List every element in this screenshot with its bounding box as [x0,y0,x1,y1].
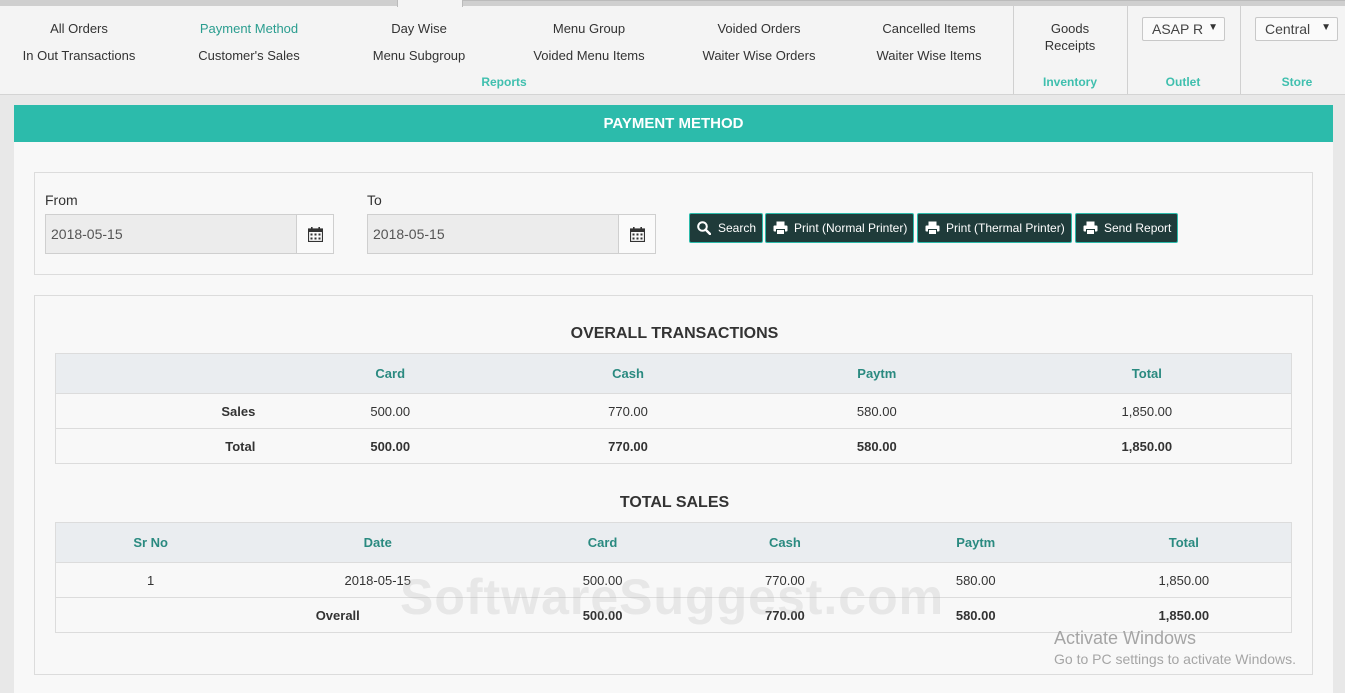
table-header-cell: Paytm [874,522,1077,563]
group-label-reports: Reports [481,75,527,89]
group-label-inventory: Inventory [1042,75,1098,89]
group-label-outlet: Outlet [1165,75,1201,89]
total-sales-title: TOTAL SALES [619,494,730,511]
menu-cancelled-items[interactable]: Cancelled Items [882,21,975,36]
to-date-input[interactable]: 2018-05-15 [367,214,619,254]
menu-payment-method[interactable]: Payment Method [200,21,298,36]
printer-icon [925,221,940,235]
menu-waiter-wise-orders[interactable]: Waiter Wise Orders [703,48,816,63]
menu-menu-group[interactable]: Menu Group [553,21,625,36]
group-label-store: Store [1281,75,1313,89]
table-header-cell: Paytm [750,353,1003,394]
table-row: Sales 500.00 770.00 580.00 1,850.00 [55,393,1292,429]
row-label: Total [55,428,276,464]
table-cell: 1,850.00 [1076,562,1292,598]
menu-in-out-transactions[interactable]: In Out Transactions [23,48,136,63]
print-thermal-label: Print (Thermal Printer) [946,221,1065,235]
to-calendar-button[interactable] [618,214,656,254]
filter-box: From 2018-05-15 To 2018-05-15 Search Pri… [34,172,1313,275]
to-label: To [367,192,382,208]
printer-icon [773,221,788,235]
ribbon-separator [1240,6,1241,94]
outlet-select[interactable]: ASAP R ▼ [1142,17,1225,41]
print-normal-button[interactable]: Print (Normal Printer) [765,213,914,243]
table-header-cell: Date [245,522,511,563]
table-row: Total 500.00 770.00 580.00 1,850.00 [55,428,1292,464]
activate-windows-overlay: Activate Windows Go to PC settings to ac… [1054,628,1296,667]
table-cell: 580.00 [750,393,1003,429]
menu-all-orders[interactable]: All Orders [50,21,108,36]
ribbon-tab-strip-right [463,0,1345,6]
store-select-value: Central [1265,21,1311,37]
top-ribbon: All Orders Payment Method Day Wise Menu … [0,0,1345,95]
table-cell: 580.00 [750,428,1003,464]
dropdown-arrow-icon: ▼ [1321,22,1331,33]
dropdown-arrow-icon: ▼ [1208,22,1218,33]
activate-windows-title: Activate Windows [1054,628,1197,648]
goods-receipts-line1: Goods [1050,21,1090,36]
table-header-cell [55,353,276,394]
panel-title: PAYMENT METHOD [14,105,1333,142]
store-select[interactable]: Central ▼ [1255,17,1338,41]
calendar-icon [630,227,645,242]
table-cell: 1,850.00 [1002,393,1292,429]
ribbon-active-tab[interactable] [397,0,463,7]
table-cell: 770.00 [505,393,751,429]
activate-windows-hint: Go to PC settings to activate Windows. [1054,651,1296,667]
goods-receipts-line2: Receipts [1044,38,1096,53]
calendar-icon [308,227,323,242]
table-header-row: Card Cash Paytm Total [55,353,1292,394]
table-header-cell: Cash [505,353,751,394]
search-button-label: Search [718,221,757,235]
table-cell [55,597,246,633]
table-header-cell: Card [275,353,506,394]
outlet-select-value: ASAP R [1152,21,1204,37]
from-label: From [45,192,78,208]
overall-transactions-title: OVERALL TRANSACTIONS [570,325,779,342]
menu-waiter-wise-items[interactable]: Waiter Wise Items [877,48,982,63]
print-thermal-button[interactable]: Print (Thermal Printer) [917,213,1072,243]
table-header-cell: Total [1076,522,1292,563]
overall-transactions-table: Card Cash Paytm Total Sales 500.00 770.0… [55,353,1292,464]
menu-customers-sales[interactable]: Customer's Sales [198,48,299,63]
send-report-label: Send Report [1104,221,1172,235]
table-cell: 500.00 [275,393,506,429]
menu-goods-receipts[interactable]: Goods Receipts [1045,20,1096,54]
ribbon-separator [1013,6,1014,94]
table-header-cell: Total [1002,353,1292,394]
table-header-cell: Sr No [55,522,246,563]
table-cell: 500.00 [275,428,506,464]
search-icon [697,221,711,235]
table-cell: 1,850.00 [1002,428,1292,464]
table-header-cell: Card [510,522,695,563]
table-cell: 1 [55,562,246,598]
send-report-button[interactable]: Send Report [1075,213,1178,243]
ribbon-separator [1127,6,1128,94]
watermark: SoftwareSuggest.com [400,569,945,625]
menu-voided-orders[interactable]: Voided Orders [717,21,800,36]
print-normal-label: Print (Normal Printer) [794,221,908,235]
row-label: Sales [55,393,276,429]
from-date-input[interactable]: 2018-05-15 [45,214,297,254]
from-calendar-button[interactable] [296,214,334,254]
search-button[interactable]: Search [689,213,763,243]
table-header-row: Sr No Date Card Cash Paytm Total [55,522,1292,563]
menu-menu-subgroup[interactable]: Menu Subgroup [373,48,466,63]
printer-icon [1083,221,1098,235]
menu-day-wise[interactable]: Day Wise [391,21,447,36]
table-header-cell: Cash [694,522,875,563]
table-cell: 770.00 [505,428,751,464]
menu-voided-menu-items[interactable]: Voided Menu Items [533,48,644,63]
